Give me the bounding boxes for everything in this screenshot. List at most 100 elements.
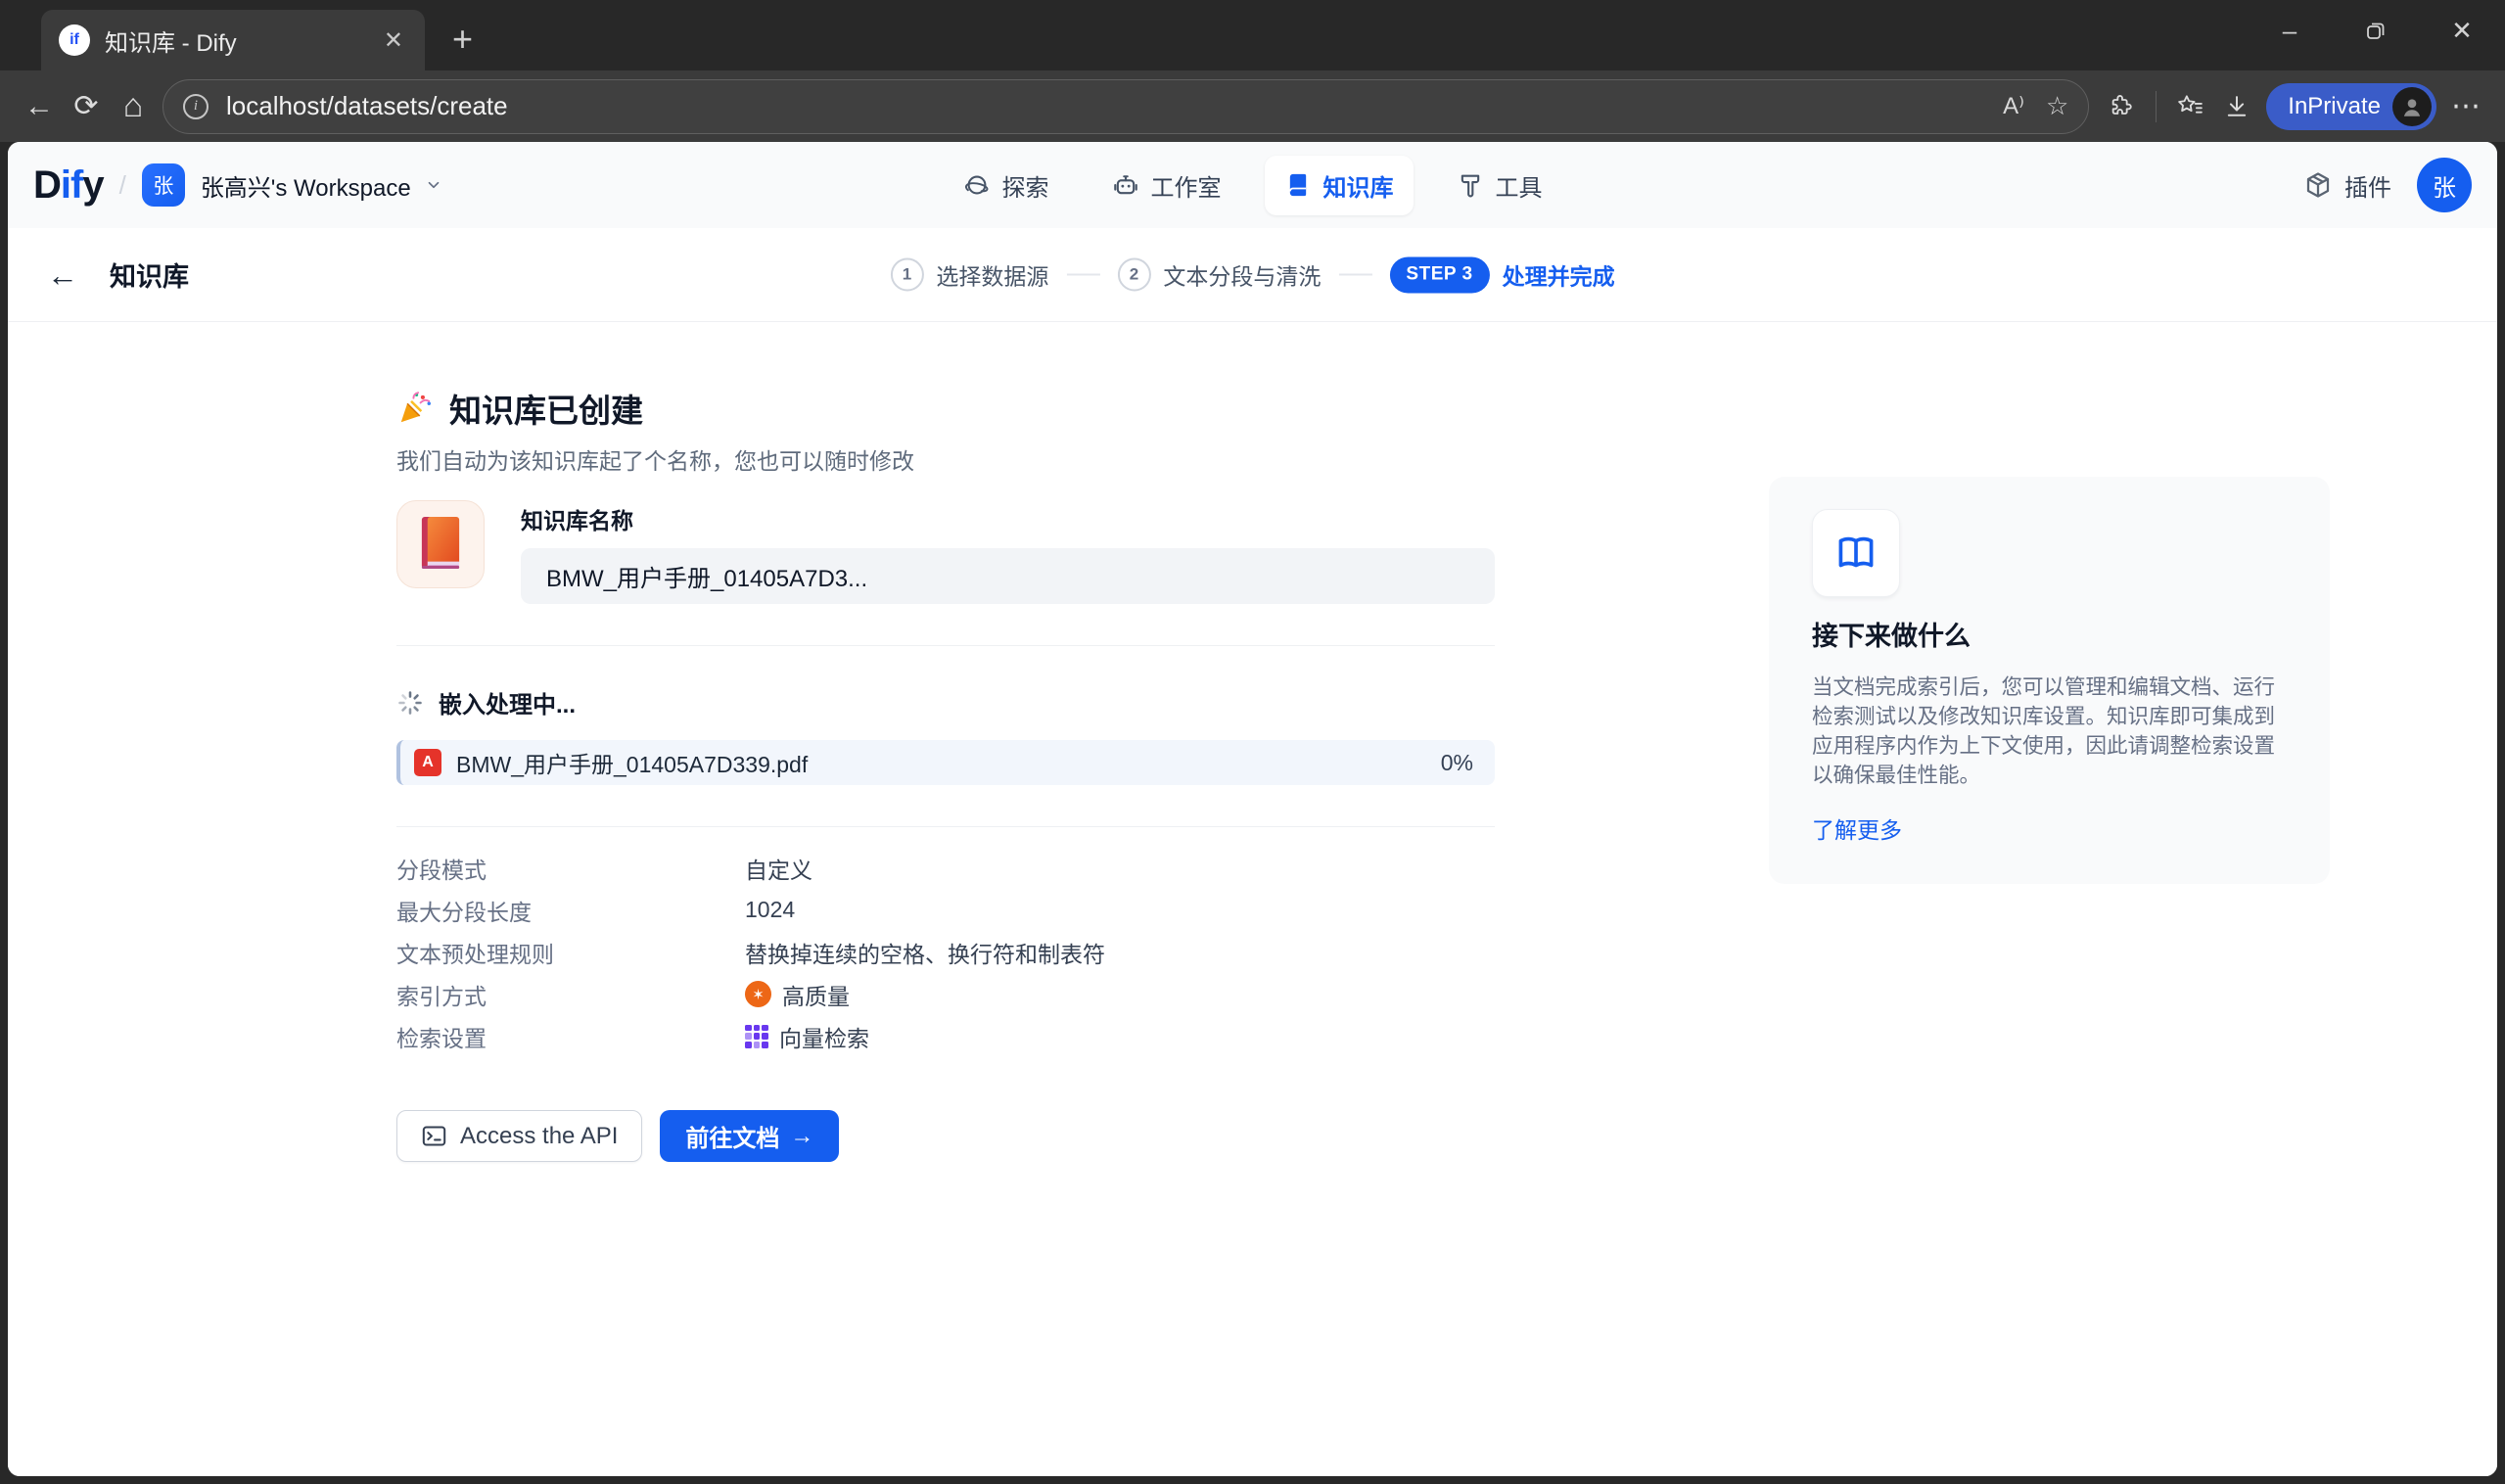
collections-star-icon [2178,94,2203,114]
back-arrow-button[interactable]: ← [47,259,78,291]
setting-label: 索引方式 [396,983,487,1009]
workspace-chip[interactable]: 张 [141,163,185,207]
nav-label: 工作室 [1150,174,1222,202]
dataset-name-label: 知识库名称 [521,508,633,533]
extensions-button[interactable] [2099,83,2146,130]
brand-divider: / [118,169,126,200]
favorite-star-icon[interactable]: ☆ [2046,91,2068,121]
setting-value: 1024 [745,897,796,922]
collections-button[interactable] [2166,83,2213,130]
dify-favicon: if [59,24,90,56]
restore-icon [2367,23,2385,39]
explore-planet-icon [964,175,988,195]
created-subtitle: 我们自动为该知识库起了个名称，您也可以随时修改 [396,448,914,474]
setting-label: 检索设置 [396,1025,487,1051]
main-column: 知识库已创建 我们自动为该知识库起了个名称，您也可以随时修改 知识库名称 BMW… [396,322,1495,1162]
address-bar[interactable]: i localhost/datasets/create A⁾ ☆ [162,78,2090,134]
learn-more-link[interactable]: 了解更多 [1812,812,1902,845]
plugins-button[interactable]: 插件 [2303,168,2391,203]
downloads-button[interactable] [2213,83,2260,130]
setting-row-preprocess-rules: 文本预处理规则 替换掉连续的空格、换行符和制表符 [396,931,1495,973]
file-progress-row: A BMW_用户手册_01405A7D339.pdf 0% [396,740,1495,785]
tab-close-icon[interactable]: ✕ [380,26,407,55]
robot-icon [1113,175,1137,195]
package-box-icon [2306,172,2330,198]
nav-label: 知识库 [1322,174,1394,202]
window-controls: – ✕ [2247,0,2505,61]
nav-item-explore[interactable]: 探索 [944,156,1069,215]
header-right: 插件 张 [2303,158,2472,212]
step-3-label: 处理并完成 [1502,263,1615,290]
step-connector [1338,273,1372,276]
refresh-button[interactable]: ⟳ [63,83,110,130]
terminal-icon [422,1126,446,1146]
setting-row-retrieval: 检索设置 向量检索 [396,1015,1495,1057]
setting-row-segment-mode: 分段模式 自定义 [396,847,1495,889]
minimize-button[interactable]: – [2247,0,2333,61]
person-icon [2403,98,2421,116]
site-info-icon[interactable]: i [183,93,209,119]
nav-item-tools[interactable]: 工具 [1437,156,1562,215]
whats-next-body: 当文档完成索引后，您可以管理和编辑文档、运行检索测试以及修改知识库设置。知识库即… [1812,675,2276,787]
close-window-button[interactable]: ✕ [2419,0,2505,61]
dify-logo[interactable]: Dify [33,162,105,208]
orange-book-icon [421,517,460,569]
page-viewport: Dify / 张 张高兴's Workspace 探索 工作室 知识库 工具 插… [8,142,2497,1476]
tab-title: 知识库 - Dify [105,29,237,57]
new-tab-button[interactable]: + [452,22,473,57]
download-icon [2228,95,2247,116]
setting-value-text: 向量检索 [779,1025,869,1051]
logo-y: y [82,162,104,207]
app-header: Dify / 张 张高兴's Workspace 探索 工作室 知识库 工具 插… [8,142,2497,228]
profile-avatar [2392,86,2432,126]
workspace-name[interactable]: 张高兴's Workspace [201,168,411,203]
open-book-icon [1838,536,1874,568]
file-progress-percent: 0% [1440,749,1473,775]
setting-value-text: 高质量 [782,983,850,1009]
setting-label: 文本预处理规则 [396,941,554,967]
content-area: 知识库已创建 我们自动为该知识库起了个名称，您也可以随时修改 知识库名称 BMW… [8,322,2497,1476]
chevron-down-icon[interactable] [425,176,442,194]
plugins-label: 插件 [2344,174,2391,202]
brand-area: Dify / 张 张高兴's Workspace [33,163,442,208]
embedding-status-row: 嵌入处理中... [396,685,1495,719]
step-3-badge: STEP 3 [1389,256,1490,293]
nav-item-knowledge[interactable]: 知识库 [1264,155,1414,215]
browser-menu-button[interactable]: ⋯ [2442,83,2489,130]
setting-row-max-length: 最大分段长度 1024 [396,889,1495,931]
dataset-name-input[interactable] [521,548,1495,604]
logo-if: if [60,162,83,207]
inprivate-badge[interactable]: InPrivate [2266,82,2436,130]
nav-label: 探索 [1001,174,1049,202]
step-1-circle: 1 [890,257,924,292]
divider [396,826,1495,827]
sub-header: ← 知识库 1 选择数据源 2 文本分段与清洗 STEP 3 处理并完成 [8,228,2497,322]
read-aloud-icon[interactable]: A⁾ [2003,92,2024,120]
step-connector [1066,273,1100,276]
whats-next-title: 接下来做什么 [1812,622,1971,651]
back-button[interactable]: ← [16,83,63,130]
nav-item-studio[interactable]: 工作室 [1092,156,1241,215]
access-api-button[interactable]: Access the API [396,1110,643,1162]
puzzle-icon [2112,94,2132,115]
user-avatar[interactable]: 张 [2417,158,2472,212]
open-book-tile [1812,509,1900,597]
step-2-circle: 2 [1117,257,1151,292]
spinner-icon [398,690,422,715]
logo-d: D [33,162,62,207]
setting-value: 替换掉连续的空格、换行符和制表符 [745,941,1105,967]
name-field-block: 知识库名称 [521,500,1495,604]
pdf-file-icon: A [414,749,441,776]
home-button[interactable]: ⌂ [110,83,157,130]
browser-tab[interactable]: if 知识库 - Dify ✕ [41,10,425,70]
url-text[interactable]: localhost/datasets/create [226,91,1981,121]
tab-strip: if 知识库 - Dify ✕ + – ✕ [0,0,2505,70]
file-name: BMW_用户手册_01405A7D339.pdf [456,752,809,777]
vector-grid-icon [745,1024,768,1048]
go-to-docs-button[interactable]: 前往文档 → [660,1110,840,1162]
setting-value: 向量检索 [745,1020,869,1053]
restore-button[interactable] [2333,0,2419,61]
setting-value: 自定义 [745,857,812,883]
go-to-docs-label: 前往文档 [685,1126,780,1152]
arrow-right-icon: → [790,1122,814,1149]
